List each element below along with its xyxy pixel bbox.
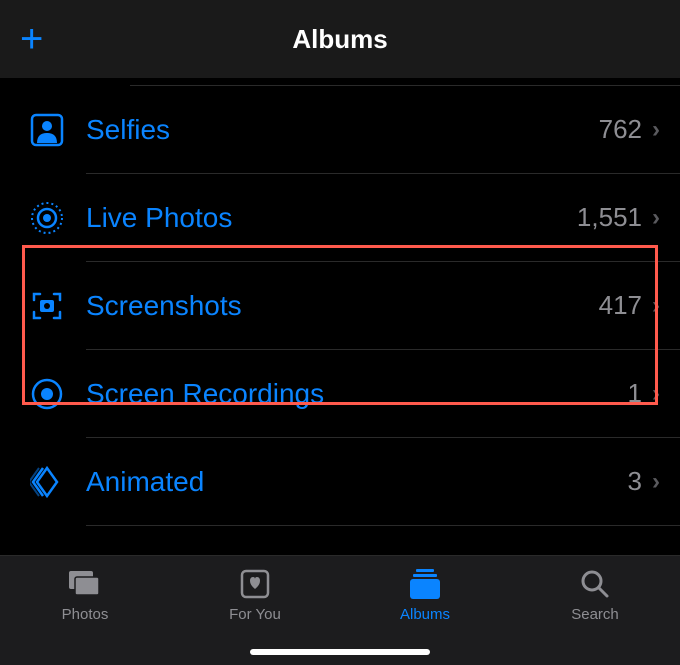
tab-label: Search xyxy=(571,606,619,623)
album-count: 3 xyxy=(628,466,642,497)
page-title: Albums xyxy=(292,24,387,55)
album-row-screenshots[interactable]: Screenshots 417 › xyxy=(30,262,680,350)
album-count: 1,551 xyxy=(577,202,642,233)
search-icon xyxy=(580,566,610,602)
album-count: 417 xyxy=(599,290,642,321)
home-indicator[interactable] xyxy=(250,649,430,655)
album-row-livephotos[interactable]: Live Photos 1,551 › xyxy=(30,174,680,262)
chevron-right-icon: › xyxy=(652,380,660,408)
tab-bar: Photos For You Albums Search xyxy=(0,555,680,665)
tab-label: Photos xyxy=(62,606,109,623)
tab-label: For You xyxy=(229,606,281,623)
chevron-right-icon: › xyxy=(652,292,660,320)
tab-photos[interactable]: Photos xyxy=(0,566,170,665)
album-row-animated[interactable]: Animated 3 › xyxy=(30,438,680,526)
chevron-right-icon: › xyxy=(652,204,660,232)
album-label: Screen Recordings xyxy=(86,378,628,410)
tab-label: Albums xyxy=(400,606,450,623)
recordings-icon xyxy=(30,377,86,411)
screenshots-icon xyxy=(30,289,86,323)
selfies-icon xyxy=(30,113,86,147)
header: + Albums xyxy=(0,0,680,78)
album-label: Animated xyxy=(86,466,628,498)
animated-icon xyxy=(30,465,86,499)
album-count: 762 xyxy=(599,114,642,145)
album-count: 1 xyxy=(628,378,642,409)
add-button[interactable]: + xyxy=(20,19,43,59)
album-label: Screenshots xyxy=(86,290,599,322)
livephotos-icon xyxy=(30,201,86,235)
tab-search[interactable]: Search xyxy=(510,566,680,665)
album-row-recordings[interactable]: Screen Recordings 1 › xyxy=(30,350,680,438)
chevron-right-icon: › xyxy=(652,116,660,144)
divider xyxy=(130,78,680,86)
foryou-icon xyxy=(240,566,270,602)
photos-icon xyxy=(67,566,103,602)
chevron-right-icon: › xyxy=(652,468,660,496)
album-label: Live Photos xyxy=(86,202,577,234)
album-list: Selfies 762 › Live Photos 1,551 › Screen… xyxy=(0,78,680,526)
album-label: Selfies xyxy=(86,114,599,146)
albums-icon xyxy=(408,566,442,602)
album-row-selfies[interactable]: Selfies 762 › xyxy=(30,86,680,174)
